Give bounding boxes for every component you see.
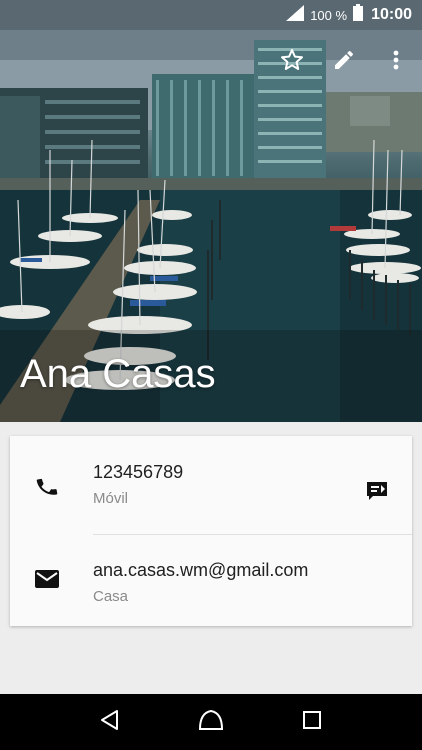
recents-button[interactable]	[288, 698, 336, 746]
star-outline-icon	[280, 48, 304, 77]
contact-toolbar	[266, 40, 422, 84]
contact-name: Ana Casas	[20, 352, 216, 396]
email-row[interactable]: ana.casas.wm@gmail.com Casa	[10, 536, 412, 632]
recents-icon	[302, 710, 322, 735]
email-address: ana.casas.wm@gmail.com	[93, 560, 309, 580]
home-icon	[198, 709, 224, 736]
contact-header: 100 % 10:00 Ana Casas	[0, 0, 422, 422]
pencil-edit-icon	[332, 48, 356, 77]
email-icon	[34, 566, 60, 592]
phone-row[interactable]: 123456789 Móvil	[10, 440, 412, 536]
message-icon	[365, 479, 389, 508]
more-options-button[interactable]	[370, 40, 422, 84]
row-divider	[93, 534, 412, 535]
contact-details-card: 123456789 Móvil ana.casas.wm@gmail.com C…	[10, 436, 412, 626]
status-bar: 100 % 10:00	[0, 0, 422, 30]
phone-icon	[34, 474, 60, 500]
phone-number: 123456789	[93, 462, 184, 482]
home-button[interactable]	[187, 698, 235, 746]
battery-percentage: 100 %	[310, 7, 348, 23]
clock: 10:00	[371, 6, 412, 23]
send-message-button[interactable]	[362, 478, 392, 508]
back-icon	[99, 709, 121, 736]
navigation-bar	[0, 694, 422, 750]
more-vert-icon	[393, 50, 399, 75]
favorite-button[interactable]	[266, 40, 318, 84]
phone-type-label: Móvil	[93, 490, 129, 507]
edit-button[interactable]	[318, 40, 370, 84]
cell-signal-icon	[286, 4, 305, 26]
back-button[interactable]	[86, 698, 134, 746]
email-type-label: Casa	[93, 588, 129, 605]
battery-full-icon	[353, 4, 364, 26]
